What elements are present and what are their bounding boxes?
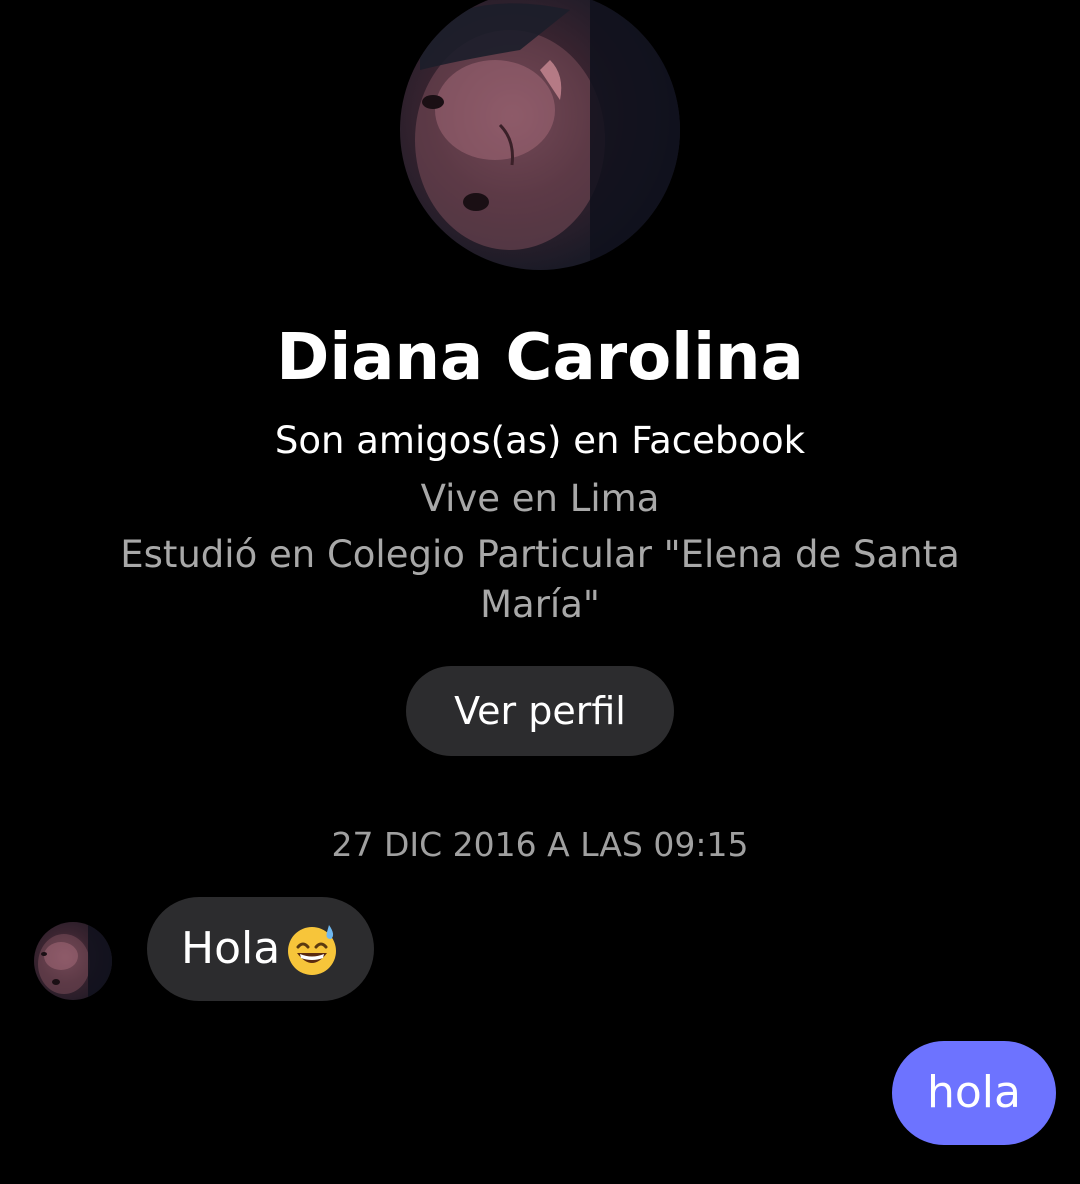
outgoing-message-bubble[interactable]: hola: [892, 1041, 1056, 1145]
message-text: hola: [927, 1067, 1021, 1118]
message-timestamp: 27 DIC 2016 A LAS 09:15: [331, 825, 749, 864]
profile-photo-icon: [38, 922, 112, 1000]
profile-location: Vive en Lima: [420, 477, 660, 520]
grinning-sweat-emoji-icon: [284, 921, 340, 977]
incoming-message-bubble[interactable]: Hola: [147, 897, 375, 1001]
profile-name: Diana Carolina: [276, 321, 804, 395]
profile-education: Estudió en Colegio Particular "Elena de …: [120, 533, 960, 626]
profile-photo-icon: [415, 0, 680, 270]
friendship-status: Son amigos(as) en Facebook: [274, 419, 806, 462]
profile-avatar[interactable]: [400, 0, 680, 270]
sender-avatar[interactable]: [34, 922, 112, 1000]
view-profile-button[interactable]: Ver perfil: [406, 666, 674, 756]
message-text: Hola: [181, 923, 281, 974]
